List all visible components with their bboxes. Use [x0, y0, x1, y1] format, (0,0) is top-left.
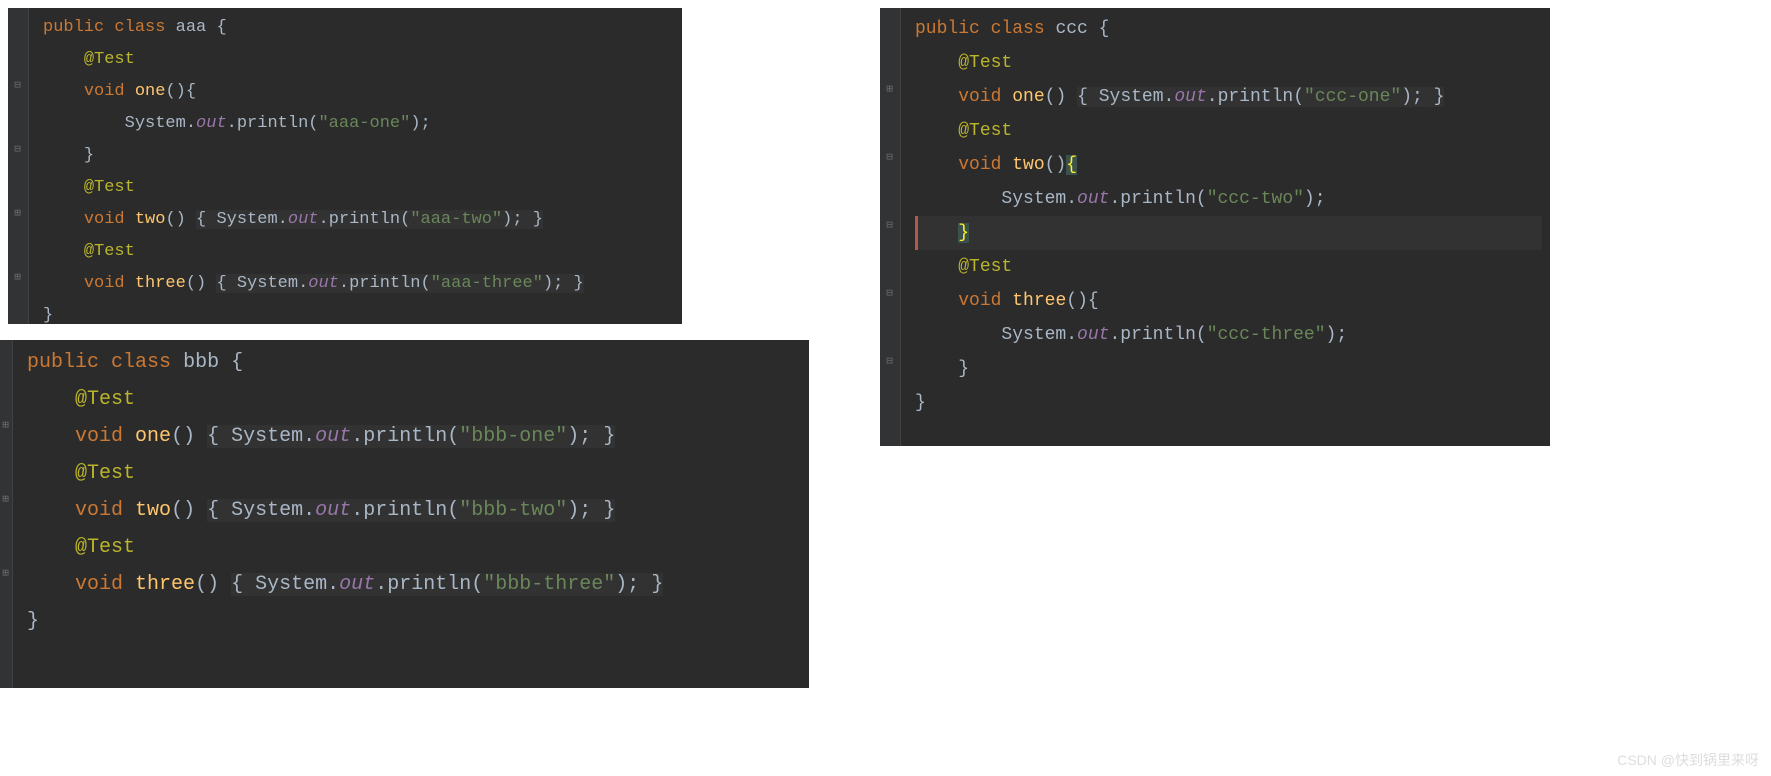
code-line[interactable]: }	[915, 386, 1542, 420]
code-line[interactable]: @Test	[27, 455, 801, 492]
fold-plus-icon[interactable]: ⊞	[11, 272, 24, 285]
fold-plus-icon[interactable]: ⊞	[0, 568, 12, 581]
editor-gutter: ⊟ ⊟ ⊞ ⊞	[8, 8, 29, 324]
code-line[interactable]: public class ccc {	[915, 12, 1542, 46]
code-line[interactable]: void one() { System.out.println("bbb-one…	[27, 418, 801, 455]
code-line-highlighted[interactable]: }	[915, 216, 1542, 250]
code-line[interactable]: }	[27, 603, 801, 640]
code-area[interactable]: public class ccc { @Test void one() { Sy…	[901, 8, 1550, 446]
code-editor-ccc[interactable]: ⊞ ⊟ ⊟ ⊟ ⊟ public class ccc { @Test void …	[880, 8, 1550, 446]
code-editor-aaa[interactable]: ⊟ ⊟ ⊞ ⊞ public class aaa { @Test void on…	[8, 8, 682, 324]
editor-gutter: ⊞ ⊞ ⊞	[0, 340, 13, 688]
matching-brace-open: {	[1066, 155, 1077, 175]
code-line[interactable]: @Test	[43, 172, 674, 204]
code-line[interactable]: public class bbb {	[27, 344, 801, 381]
code-line[interactable]: }	[43, 140, 674, 172]
code-line[interactable]: void one(){	[43, 76, 674, 108]
code-line[interactable]: void two() { System.out.println("bbb-two…	[27, 492, 801, 529]
code-line[interactable]: @Test	[27, 381, 801, 418]
code-line[interactable]: @Test	[43, 44, 674, 76]
fold-end-icon[interactable]: ⊟	[883, 220, 896, 233]
fold-minus-icon[interactable]: ⊟	[883, 152, 896, 165]
fold-plus-icon[interactable]: ⊞	[0, 494, 12, 507]
code-line[interactable]: void three(){	[915, 284, 1542, 318]
code-line[interactable]: }	[915, 352, 1542, 386]
code-line[interactable]: @Test	[915, 46, 1542, 80]
code-line[interactable]: }	[43, 300, 674, 324]
fold-minus-icon[interactable]: ⊟	[11, 80, 24, 93]
code-line[interactable]: @Test	[915, 114, 1542, 148]
fold-plus-icon[interactable]: ⊞	[11, 208, 24, 221]
code-line[interactable]: System.out.println("aaa-one");	[43, 108, 674, 140]
code-line[interactable]: System.out.println("ccc-two");	[915, 182, 1542, 216]
fold-end-icon[interactable]: ⊟	[883, 356, 896, 369]
code-line[interactable]: void two() { System.out.println("aaa-two…	[43, 204, 674, 236]
code-line[interactable]: void three() { System.out.println("aaa-t…	[43, 268, 674, 300]
fold-minus-icon[interactable]: ⊟	[883, 288, 896, 301]
code-line[interactable]: void one() { System.out.println("ccc-one…	[915, 80, 1542, 114]
code-line[interactable]: @Test	[27, 529, 801, 566]
code-area[interactable]: public class aaa { @Test void one(){ Sys…	[29, 8, 682, 324]
fold-end-icon[interactable]: ⊟	[11, 144, 24, 157]
code-line[interactable]: System.out.println("ccc-three");	[915, 318, 1542, 352]
code-line[interactable]: @Test	[915, 250, 1542, 284]
code-area[interactable]: public class bbb { @Test void one() { Sy…	[13, 340, 809, 688]
code-line[interactable]: void three() { System.out.println("bbb-t…	[27, 566, 801, 603]
code-line[interactable]: public class aaa {	[43, 12, 674, 44]
fold-plus-icon[interactable]: ⊞	[0, 420, 12, 433]
code-line[interactable]: void two(){	[915, 148, 1542, 182]
code-line[interactable]: @Test	[43, 236, 674, 268]
matching-brace-close: }	[958, 223, 969, 243]
code-editor-bbb[interactable]: ⊞ ⊞ ⊞ public class bbb { @Test void one(…	[0, 340, 809, 688]
fold-plus-icon[interactable]: ⊞	[883, 84, 896, 97]
editor-gutter: ⊞ ⊟ ⊟ ⊟ ⊟	[880, 8, 901, 446]
watermark-text: CSDN @快到锅里来呀	[1617, 750, 1759, 770]
